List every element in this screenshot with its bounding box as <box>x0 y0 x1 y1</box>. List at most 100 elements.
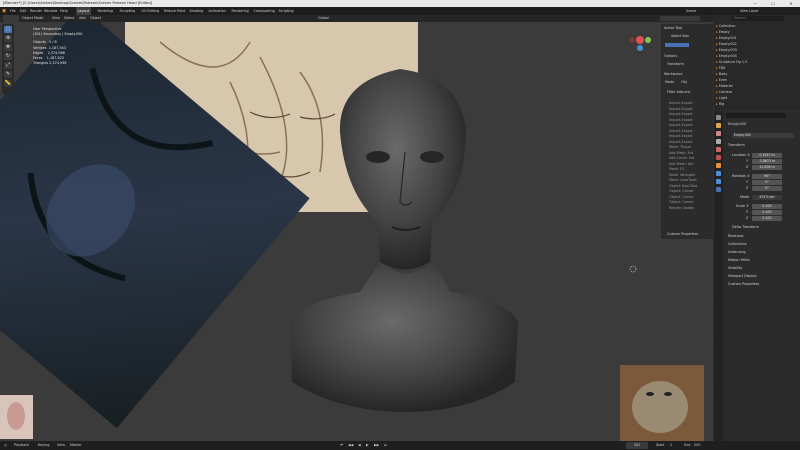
outliner-item[interactable]: ▸ Camera <box>716 90 798 95</box>
instancing-section[interactable]: Instancing <box>728 250 746 255</box>
scale-z-field[interactable]: 0.100 <box>752 216 782 221</box>
outliner-search-input[interactable]: Search <box>732 16 784 21</box>
scene-tab-icon[interactable] <box>716 147 721 152</box>
menu-select[interactable]: Select <box>64 15 74 22</box>
location-z-field[interactable]: 11.836 m <box>752 165 782 170</box>
tool-tab-icon[interactable] <box>716 115 721 120</box>
shading-mode-buttons[interactable] <box>660 16 700 21</box>
tab-shading[interactable]: Shading <box>188 7 205 15</box>
constraints-tab-icon[interactable] <box>716 179 721 184</box>
tab-rendering[interactable]: Rendering <box>230 7 250 15</box>
tab-compositing[interactable]: Compositing <box>252 7 276 15</box>
visibility-section[interactable]: Visibility <box>728 266 742 271</box>
scene-selector[interactable]: Scene <box>686 7 696 15</box>
transform-orientation-dropdown[interactable]: Global <box>318 15 329 22</box>
properties-search-input[interactable] <box>726 113 786 118</box>
active-tool-header[interactable]: Active Tool <box>664 26 682 30</box>
tab-modeling[interactable]: Modeling <box>96 7 114 15</box>
play-reverse-button[interactable]: ◀ <box>358 441 361 450</box>
rotate-tool-icon[interactable]: ↻ <box>4 53 12 60</box>
menu-view[interactable]: View <box>52 15 60 22</box>
measure-tool-icon[interactable]: 📏 <box>4 80 12 87</box>
output-tab-icon[interactable] <box>716 131 721 136</box>
3d-viewport[interactable] <box>0 22 713 441</box>
tab-sculpting[interactable]: Sculpting <box>118 7 137 15</box>
scale-y-field[interactable]: 0.100 <box>752 210 782 215</box>
outliner-item[interactable]: ▸ Empty <box>716 30 798 35</box>
data-tab-icon[interactable] <box>716 187 721 192</box>
close-button[interactable]: ✕ <box>782 0 800 7</box>
outliner-item[interactable]: ▸ FBX <box>716 66 798 71</box>
outliner-item[interactable]: ▸ Empty.004 <box>716 54 798 59</box>
cursor-tool-icon[interactable]: ⊕ <box>4 35 12 42</box>
current-frame-field[interactable]: 301 <box>626 442 648 449</box>
select-box-tool-icon[interactable]: ▢ <box>4 26 12 33</box>
scale-x-field[interactable]: 0.100 <box>752 204 782 209</box>
outliner-item[interactable]: ▸ Empty.001 <box>716 36 798 41</box>
view-menu[interactable]: View <box>57 441 65 450</box>
viewport-display-section[interactable]: Viewport Display <box>728 274 757 279</box>
rotation-y-field[interactable]: 0° <box>752 180 782 185</box>
motion-paths-section[interactable]: Motion Paths <box>728 258 750 263</box>
rotation-x-field[interactable]: 90° <box>752 174 782 179</box>
custom-properties-section[interactable]: Custom Properties <box>728 282 759 287</box>
maximize-button[interactable]: ☐ <box>764 0 782 7</box>
outliner-item[interactable]: ▸ Light <box>716 96 798 101</box>
render-tab-icon[interactable] <box>716 123 721 128</box>
menu-render[interactable]: Render <box>30 7 42 15</box>
marker-menu[interactable]: Marker <box>70 441 82 450</box>
outliner-item[interactable]: ▸ Empty.002 <box>716 42 798 47</box>
object-tab-icon[interactable] <box>716 163 721 168</box>
tab-layout[interactable]: Layout <box>76 7 91 15</box>
view-layer-selector[interactable]: View Layer <box>740 7 759 15</box>
minimize-button[interactable]: — <box>746 0 764 7</box>
outliner-item[interactable]: ▸ Eyes <box>716 78 798 83</box>
collections-section[interactable]: Collections <box>728 242 747 247</box>
keying-menu[interactable]: Keying <box>38 441 49 450</box>
physics-tab-icon[interactable] <box>716 171 721 176</box>
menu-help[interactable]: Help <box>60 7 68 15</box>
outliner-item[interactable]: ▸ Collection <box>716 24 798 29</box>
tab-animation[interactable]: Animation <box>207 7 227 15</box>
tab-texture-paint[interactable]: Texture Paint <box>162 7 187 15</box>
select-mode-buttons[interactable] <box>665 43 689 47</box>
annotate-tool-icon[interactable]: ✎ <box>4 71 12 78</box>
editor-type-button[interactable] <box>3 15 19 22</box>
prev-keyframe-button[interactable]: ◀◀ <box>348 441 353 450</box>
menu-add[interactable]: Add <box>79 15 86 22</box>
filter-addons-toggle[interactable]: Filter Add-ons <box>667 90 690 94</box>
menu-edit[interactable]: Edit <box>20 7 27 15</box>
outliner-item[interactable]: ▸ Body <box>716 72 798 77</box>
jump-start-button[interactable]: ⏮ <box>340 441 343 450</box>
relations-section[interactable]: Relations <box>728 234 744 239</box>
move-tool-icon[interactable]: ✥ <box>4 44 12 51</box>
location-y-field[interactable]: -1.8613 m <box>752 159 782 164</box>
tab-scripting[interactable]: Scripting <box>277 7 295 15</box>
transform-subheader[interactable]: Transform <box>667 62 684 66</box>
delta-transform-section[interactable]: Delta Transform <box>732 225 759 230</box>
rotation-mode-dropdown[interactable]: XYZ Euler <box>752 195 782 200</box>
outliner-item[interactable]: ▸ Material <box>716 84 798 89</box>
end-frame-value[interactable]: 250 <box>694 441 700 450</box>
mode-value[interactable]: Obj <box>681 80 687 84</box>
timeline-editor-icon[interactable]: ◷ <box>4 441 7 450</box>
play-button[interactable]: ▶ <box>366 441 369 450</box>
location-x-field[interactable]: 0.1547 m <box>752 153 782 158</box>
outliner-item[interactable]: ▸ Sculpture Fig 1.0 <box>716 60 798 65</box>
scale-tool-icon[interactable]: ⤢ <box>4 62 12 69</box>
outliner-item[interactable]: ▸ Rig <box>716 102 798 107</box>
next-keyframe-button[interactable]: ▶▶ <box>374 441 379 450</box>
outliner-item[interactable]: ▸ Empty.003 <box>716 48 798 53</box>
object-name-field[interactable]: Empty.000 <box>732 133 794 138</box>
menu-window[interactable]: Window <box>44 7 57 15</box>
view-layer-tab-icon[interactable] <box>716 139 721 144</box>
playback-menu[interactable]: Playback <box>14 441 29 450</box>
world-tab-icon[interactable] <box>716 155 721 160</box>
mode-dropdown[interactable]: Object Mode <box>22 15 43 22</box>
tab-uv-editing[interactable]: UV Editing <box>140 7 161 15</box>
workspace-header[interactable]: Workspace <box>664 72 683 76</box>
menu-file[interactable]: File <box>10 7 16 15</box>
transform-section-header[interactable]: Transform <box>728 143 745 148</box>
jump-end-button[interactable]: ⏭ <box>384 441 387 450</box>
custom-properties-header[interactable]: Custom Properties <box>667 232 698 236</box>
